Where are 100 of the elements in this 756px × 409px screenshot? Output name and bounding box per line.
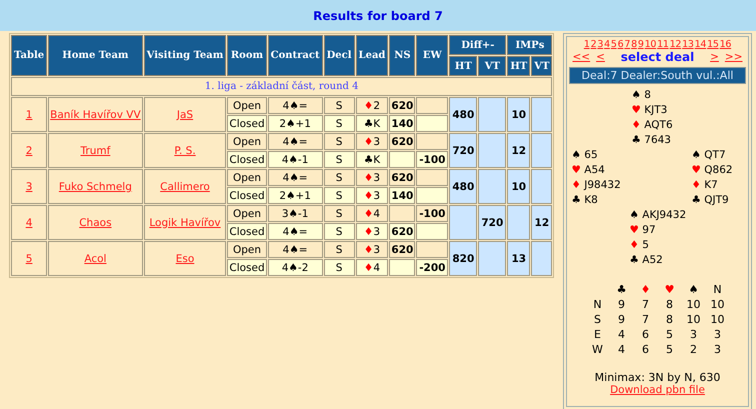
column-header: Home Team	[48, 35, 143, 76]
deal-link[interactable]: 4	[604, 39, 610, 50]
table-number-link[interactable]: 5	[26, 252, 32, 264]
dd-header: ♦	[640, 282, 652, 297]
deal-link[interactable]: 16	[720, 39, 732, 50]
table-cell: Closed	[227, 151, 267, 168]
select-deal-label: select deal	[620, 50, 694, 64]
deal-link[interactable]: 11	[657, 39, 669, 50]
table-cell: 4♠=	[268, 223, 323, 240]
table-cell: Open	[227, 205, 267, 222]
table-cell: Open	[227, 97, 267, 114]
table-cell: ♣K	[356, 115, 388, 132]
previous-link[interactable]: <	[596, 51, 605, 63]
table-cell: 820	[449, 241, 478, 276]
table-number-link[interactable]: 2	[26, 144, 32, 156]
table-cell: 4♠-1	[268, 151, 323, 168]
download-link[interactable]: Download pbn file	[610, 384, 705, 396]
dd-header: N	[712, 282, 723, 297]
table-cell	[389, 205, 416, 222]
table-cell: 13	[507, 241, 530, 276]
table-cell	[389, 259, 416, 276]
home-team-link[interactable]: Chaos	[79, 216, 112, 228]
section-row: 1. liga - základní část, round 4	[11, 77, 552, 96]
table-cell: 12	[507, 133, 530, 168]
deal-link[interactable]: 10	[644, 39, 656, 50]
dd-header: ♠	[688, 282, 700, 297]
deal-link[interactable]: 9	[638, 39, 644, 50]
home-team-link[interactable]: Fuko Schmelg	[58, 180, 132, 192]
visiting-team-link[interactable]: Eso	[176, 252, 194, 264]
page-title: Results for board 7	[313, 8, 443, 22]
previous-link[interactable]: <<	[572, 51, 590, 63]
visiting-team-link[interactable]: JaS	[176, 108, 194, 120]
dd-cell-text: 6	[641, 327, 650, 342]
table-cell	[531, 169, 552, 204]
table-cell: S	[324, 205, 355, 222]
table-cell: 4♠=	[268, 97, 323, 114]
deal-link[interactable]: 13	[682, 39, 694, 50]
dd-header: ♥	[664, 282, 676, 297]
dd-cell-text: 10	[710, 312, 726, 327]
table-cell: 480	[449, 169, 478, 204]
table-cell: ♦3	[356, 187, 388, 204]
hand-suit-line: ♠ AKJ9432	[630, 208, 686, 223]
table-number-link[interactable]: 1	[26, 108, 32, 120]
next-link[interactable]: >	[710, 51, 719, 63]
dd-cell-text: 10	[686, 297, 702, 312]
table-cell: Closed	[227, 259, 267, 276]
visiting-team-link[interactable]: Logik Havířov	[149, 216, 221, 228]
table-cell: ♦3	[356, 133, 388, 150]
dd-cell-text: E	[593, 327, 602, 342]
deal-link[interactable]: 15	[707, 39, 719, 50]
home-team-link[interactable]: Acol	[84, 252, 106, 264]
deal-link[interactable]: 14	[694, 39, 706, 50]
table-cell: Open	[227, 241, 267, 258]
home-team-link[interactable]: Baník Havířov VV	[50, 108, 141, 120]
dd-cell-text: 10	[686, 312, 702, 327]
table-cell: 10	[507, 97, 530, 132]
dd-cell-text: 3	[713, 327, 722, 342]
column-header: IMPs	[507, 35, 552, 55]
table-cell: 620	[389, 133, 416, 150]
table-cell	[478, 97, 506, 132]
table-cell: 720	[449, 133, 478, 168]
table-cell	[416, 97, 448, 114]
dd-cell-text: 5	[665, 327, 674, 342]
home-team-link[interactable]: Trumf	[80, 144, 110, 156]
next-link[interactable]: >>	[724, 51, 742, 63]
deal-link[interactable]: 5	[610, 39, 617, 50]
table-number-link[interactable]: 3	[26, 180, 32, 192]
dd-cell-text: 9	[617, 297, 626, 312]
table-cell	[416, 223, 448, 240]
column-header: EW	[416, 35, 448, 76]
table-cell: 620	[389, 223, 416, 240]
dd-cell-text: 2	[689, 342, 698, 357]
visiting-team-link[interactable]: P. S.	[174, 144, 196, 156]
table-cell: 140	[389, 115, 416, 132]
dd-cell-text: 4	[617, 342, 626, 357]
column-header: Room	[227, 35, 267, 76]
deal-link[interactable]: 12	[670, 39, 682, 50]
minimax-text: Minimax: 3N by N, 630	[594, 371, 720, 384]
table-cell: 4♠=	[268, 133, 323, 150]
table-cell: 2♠+1	[268, 115, 323, 132]
table-cell	[531, 133, 552, 168]
hand-suit-line: ♥ A54	[572, 163, 605, 178]
hand-suit-line: ♦ AQT6	[632, 118, 673, 133]
visiting-team-link[interactable]: Callimero	[160, 180, 210, 192]
table-cell: 620	[389, 241, 416, 258]
deal-link[interactable]: 3	[597, 39, 604, 50]
table-cell	[389, 151, 416, 168]
table-cell: Closed	[227, 223, 267, 240]
deal-link[interactable]: 1	[584, 39, 590, 50]
table-cell	[416, 169, 448, 186]
deal-link[interactable]: 6	[618, 39, 624, 50]
deal-link[interactable]: 7	[624, 39, 630, 50]
column-header: HT	[507, 56, 530, 76]
deal-link[interactable]: 2	[590, 39, 596, 50]
table-number-link[interactable]: 4	[26, 216, 32, 228]
dd-cell-text: 9	[617, 312, 626, 327]
deal-link[interactable]: 8	[631, 39, 637, 50]
table-cell: S	[324, 223, 355, 240]
hand-suit-line: ♠ 65	[572, 148, 598, 163]
table-cell	[449, 205, 478, 240]
